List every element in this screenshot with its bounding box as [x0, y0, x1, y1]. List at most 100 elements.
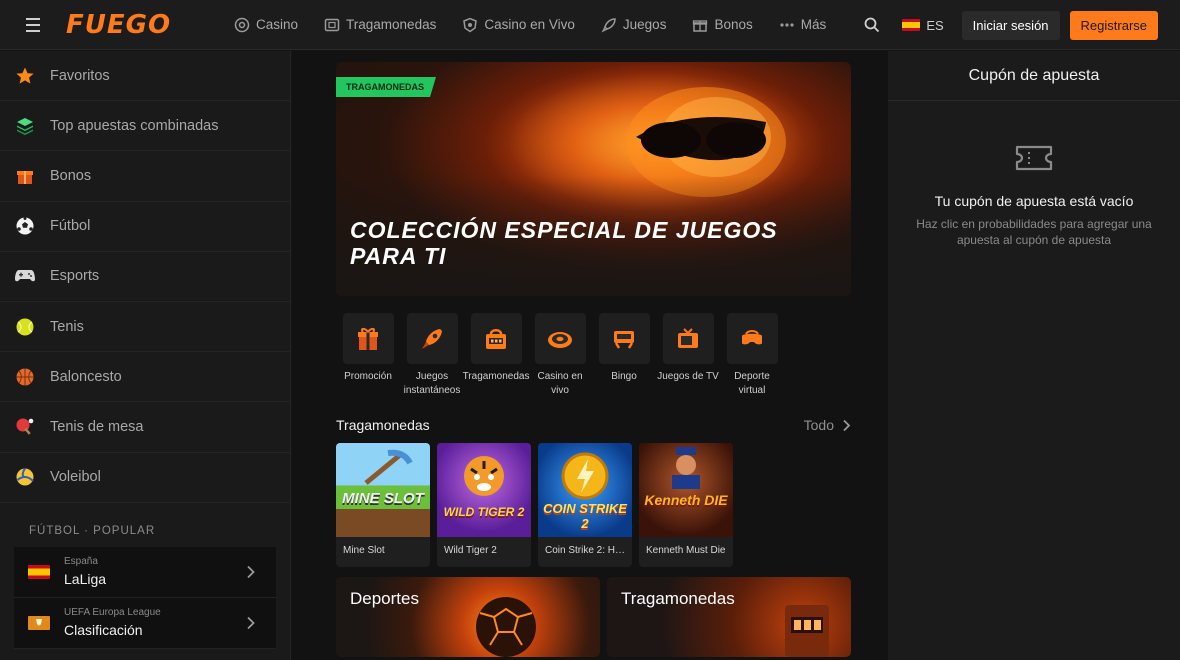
nav-games[interactable]: Juegos — [601, 17, 667, 33]
sidebar-item-football[interactable]: Fútbol — [0, 202, 290, 252]
nav-casino[interactable]: Casino — [234, 17, 298, 33]
nav-bonuses[interactable]: Bonos — [692, 17, 753, 33]
europa-league-icon — [28, 615, 50, 630]
sidebar-item-label: Tenis de mesa — [50, 418, 144, 435]
tiger-icon — [464, 456, 504, 496]
league-laliga[interactable]: España LaLiga — [14, 546, 276, 598]
sidebar-item-esports[interactable]: Esports — [0, 252, 290, 302]
login-button[interactable]: Iniciar sesión — [961, 10, 1060, 40]
slots-game-row: MINE SLOT Mine Slot WILD TIGER 2 Wild Ti… — [336, 443, 733, 567]
basketball-icon — [14, 366, 36, 388]
game-art-title: Kenneth DIE — [644, 492, 728, 508]
sidebar-item-top-combos[interactable]: Top apuestas combinadas — [0, 101, 290, 152]
header-actions: ES Iniciar sesión Registrarse — [852, 0, 1158, 50]
nav-games-label: Juegos — [622, 17, 667, 32]
game-thumbnail: MINE SLOT — [336, 443, 430, 537]
category-label: Bingo — [611, 371, 637, 382]
category-live-casino[interactable]: Casino en vivo — [528, 313, 592, 398]
language-selector[interactable]: ES — [902, 18, 944, 33]
logo[interactable]: FUEGO — [66, 10, 234, 40]
category-tv-games[interactable]: Juegos de TV — [656, 313, 720, 398]
banner-slots[interactable]: Tragamonedas — [607, 577, 851, 657]
category-slots[interactable]: Tragamonedas — [462, 313, 530, 398]
top-bar: FUEGO Casino Tragamonedas Casino en Vivo… — [0, 0, 1180, 50]
hamburger-icon — [26, 16, 40, 34]
nav-live-casino[interactable]: Casino en Vivo — [462, 17, 575, 33]
register-button[interactable]: Registrarse — [1069, 10, 1158, 40]
league-europa[interactable]: UEFA Europa League Clasificación — [14, 597, 276, 649]
menu-button[interactable] — [0, 0, 66, 50]
sidebar-item-label: Voleibol — [50, 469, 101, 486]
sidebar-item-label: Fútbol — [50, 218, 91, 235]
ticket-icon — [1015, 145, 1053, 171]
gift-box-icon — [342, 313, 394, 364]
game-name: Coin Strike 2: Hold and Win — [545, 545, 630, 556]
nav-slots[interactable]: Tragamonedas — [324, 17, 436, 33]
casino-chip-icon — [234, 17, 250, 33]
sidebar-item-tennis[interactable]: Tenis — [0, 302, 290, 353]
banner-title: Tragamonedas — [621, 589, 735, 608]
game-card[interactable]: Kenneth DIE Kenneth Must Die — [639, 443, 733, 567]
banner-sports[interactable]: Deportes — [336, 577, 600, 657]
soccer-ball-art — [476, 597, 536, 657]
table-tennis-icon — [14, 416, 36, 438]
category-bingo[interactable]: Bingo — [592, 313, 656, 398]
chevron-right-icon — [843, 419, 851, 431]
tennis-ball-icon — [14, 316, 36, 338]
star-icon — [14, 65, 36, 87]
hero-banner[interactable]: TRAGAMONEDAS COLECCIÓN ESPECIAL DE JUEGO… — [336, 62, 851, 296]
volleyball-icon — [14, 466, 36, 488]
league-name: LaLiga — [64, 571, 107, 588]
category-row: Promoción Juegos instantáneos Tragamoned… — [336, 313, 784, 398]
betslip-title: Cupón de apuesta — [888, 51, 1180, 101]
sidebar-item-table-tennis[interactable]: Tenis de mesa — [0, 402, 290, 453]
chevron-right-icon — [247, 565, 255, 578]
sidebar-item-label: Tenis — [50, 318, 84, 335]
sidebar-item-label: Baloncesto — [50, 368, 122, 385]
game-art-title: COIN STRIKE 2 — [543, 501, 627, 531]
game-name: Kenneth Must Die — [646, 545, 726, 556]
sidebar-item-favorites[interactable]: Favoritos — [0, 51, 290, 102]
sidebar-item-volleyball[interactable]: Voleibol — [0, 453, 290, 503]
main-nav: Casino Tragamonedas Casino en Vivo Juego… — [234, 17, 826, 33]
category-virtual-sports[interactable]: Deporte virtual — [720, 313, 784, 398]
soccer-ball-icon — [14, 215, 36, 237]
pickaxe-icon — [364, 449, 413, 485]
tv-icon — [662, 313, 714, 364]
game-name: Wild Tiger 2 — [444, 545, 497, 556]
see-all-label: Todo — [803, 417, 834, 433]
game-card[interactable]: MINE SLOT Mine Slot — [336, 443, 430, 567]
betslip-empty-title: Tu cupón de apuesta está vacío — [934, 193, 1134, 209]
category-label: Juegos de TV — [657, 371, 719, 382]
betslip-empty-subtitle: Haz clic en probabilidades para agregar … — [916, 217, 1152, 247]
see-all-link[interactable]: Todo — [804, 417, 851, 433]
search-button[interactable] — [852, 17, 892, 33]
more-dots-icon — [779, 17, 795, 33]
sidebar: Favoritos Top apuestas combinadas Bonos … — [0, 51, 291, 660]
character-icon — [672, 447, 700, 489]
gift-icon — [14, 165, 36, 187]
nav-live-casino-label: Casino en Vivo — [484, 17, 575, 32]
sidebar-item-bonuses[interactable]: Bonos — [0, 151, 290, 202]
hero-title: COLECCIÓN ESPECIAL DE JUEGOS PARA TI — [350, 217, 778, 269]
nav-more-label: Más — [800, 17, 827, 32]
league-category: España — [64, 556, 98, 568]
nav-slots-label: Tragamonedas — [346, 17, 437, 32]
game-card[interactable]: COIN STRIKE 2 Coin Strike 2: Hold and Wi… — [538, 443, 632, 567]
game-card[interactable]: WILD TIGER 2 Wild Tiger 2 — [437, 443, 531, 567]
spain-flag-icon — [902, 19, 921, 31]
sidebar-item-label: Top apuestas combinadas — [50, 117, 219, 134]
sidebar-item-basketball[interactable]: Baloncesto — [0, 352, 290, 403]
main-content: TRAGAMONEDAS COLECCIÓN ESPECIAL DE JUEGO… — [292, 51, 888, 660]
nav-more[interactable]: Más — [779, 17, 827, 33]
category-label: Tragamonedas — [462, 371, 530, 382]
league-category: UEFA Europa League — [64, 607, 161, 619]
nav-casino-label: Casino — [256, 17, 299, 32]
category-instant-games[interactable]: Juegos instantáneos — [400, 313, 464, 398]
category-promotion[interactable]: Promoción — [336, 313, 400, 398]
gift-icon — [692, 17, 708, 33]
live-casino-icon — [462, 17, 478, 33]
game-art-title: MINE SLOT — [342, 490, 424, 507]
slot-machine-art — [785, 605, 829, 657]
banner-title: Deportes — [350, 589, 419, 608]
